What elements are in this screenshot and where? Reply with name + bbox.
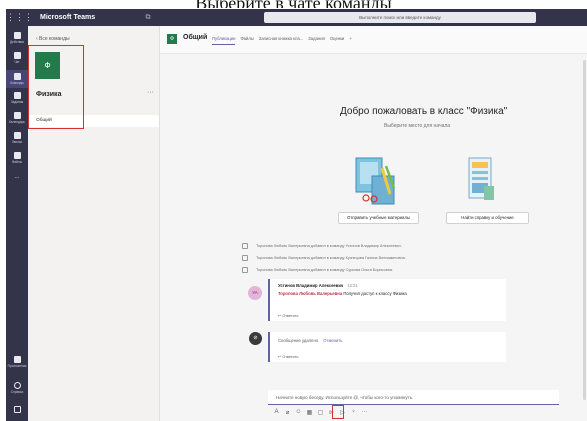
message-post: Устинов Владимир Алексеевич 12:21 Торопов…: [268, 279, 506, 321]
post-body: Сообщение удалено. Отменить: [278, 338, 343, 343]
find-help-button[interactable]: Найти справку и обучение: [446, 212, 529, 224]
rail-item-calls[interactable]: Звонки: [6, 132, 28, 144]
app-rail: Действия Чат Команды Задания Календарь З…: [6, 26, 28, 421]
rail-item-teams[interactable]: Команды: [6, 70, 28, 88]
upload-materials-illustration: [355, 157, 396, 205]
more-icon: ...: [14, 174, 20, 180]
format-icon[interactable]: A: [273, 409, 280, 416]
member-added-icon: [242, 255, 248, 261]
help-training-illustration: [468, 157, 494, 200]
all-teams-link[interactable]: ‹ Все команды: [36, 36, 70, 42]
welcome-title: Добро пожаловать в класс "Физика": [340, 106, 508, 117]
scrollbar[interactable]: [583, 60, 586, 400]
bell-icon: [13, 32, 21, 39]
main-area: Ф Общий Публикации Файлы Записная книжка…: [160, 26, 587, 421]
chat-icon: [13, 52, 21, 59]
app-name: Microsoft Teams: [40, 14, 96, 21]
rail-item-help[interactable]: Справка: [6, 382, 28, 394]
gif-icon[interactable]: ▦: [306, 409, 313, 416]
rail-item-label: Задания: [10, 100, 24, 104]
rail-item-label: Приложения: [7, 364, 27, 368]
rail-item-activity[interactable]: Действия: [6, 32, 28, 44]
assignments-icon: [13, 92, 21, 99]
avatar[interactable]: УА: [248, 286, 262, 300]
compose-box[interactable]: Начните новую беседу. Используйте @, что…: [268, 390, 559, 405]
highlight-box: [332, 405, 344, 419]
message-post: Сообщение удалено. Отменить ↩ Ответить: [268, 332, 506, 362]
sticker-icon[interactable]: ▢: [317, 409, 324, 416]
rail-item-apps[interactable]: Приложения: [6, 356, 28, 368]
system-message: Торопова Любовь Валерьевна добавил в ком…: [242, 267, 393, 273]
undo-link[interactable]: Отменить: [323, 338, 342, 343]
search-input[interactable]: Выполните поиск или введите команду: [264, 12, 536, 23]
screen: Выберите в чате команды ⋮⋮⋮ Microsoft Te…: [0, 0, 587, 421]
system-message: Торопова Любовь Валерьевна добавил в ком…: [242, 243, 402, 249]
member-added-icon: [242, 243, 248, 249]
upload-materials-button[interactable]: Отправить учебные материалы: [338, 212, 419, 224]
phone-icon: [13, 132, 21, 139]
calendar-icon: [13, 112, 21, 119]
system-message: Торопова Любовь Валерьевна добавил в ком…: [242, 255, 406, 261]
rail-item-assignments[interactable]: Задания: [6, 92, 28, 104]
attach-icon[interactable]: ⌀: [284, 409, 291, 416]
channel-tabs: Публикации Файлы Записная книжка кла... …: [212, 36, 352, 45]
rail-item-chat[interactable]: Чат: [6, 52, 28, 64]
post-time: 12:21: [347, 283, 358, 288]
praise-icon[interactable]: ♀: [350, 409, 357, 416]
rail-item-calendar[interactable]: Календарь: [6, 112, 28, 124]
rail-item-label: Календарь: [8, 120, 26, 124]
compose-toolbar: A ⌀ ☺ ▦ ▢ ⊳ ▷ ♀ ···: [273, 409, 368, 416]
help-icon: [13, 382, 21, 389]
add-tab-icon[interactable]: +: [349, 36, 351, 45]
rail-item-label: Справка: [10, 390, 24, 394]
reply-link[interactable]: ↩ Ответить: [278, 313, 298, 318]
team-more-icon[interactable]: ···: [147, 89, 154, 96]
welcome-subtitle: Выберите место для начала: [384, 123, 451, 129]
channel-header: Ф Общий Публикации Файлы Записная книжка…: [160, 26, 587, 54]
tab-assignments[interactable]: Задания: [308, 36, 325, 45]
mention[interactable]: Торопова Любовь Валерьевна: [278, 291, 342, 296]
reply-link[interactable]: ↩ Ответить: [278, 354, 298, 359]
rail-item-label: Звонки: [11, 140, 23, 144]
rail-item-files[interactable]: Файлы: [6, 152, 28, 164]
deleted-avatar: ⊘: [249, 332, 262, 345]
download-icon: [13, 406, 21, 413]
channel-avatar: Ф: [167, 34, 177, 44]
member-added-icon: [242, 267, 248, 273]
rail-item-label: Чат: [14, 60, 20, 64]
post-author: Устинов Владимир Алексеевич 12:21: [278, 283, 358, 288]
pop-out-icon[interactable]: ⧉: [128, 14, 168, 22]
apps-icon: [13, 356, 21, 363]
caption-text: Выберите в чате команды: [0, 0, 587, 8]
rail-item-label: Действия: [10, 40, 24, 44]
channel-title: Общий: [183, 34, 208, 41]
tab-grades[interactable]: Оценки: [330, 36, 344, 45]
files-icon: [13, 152, 21, 159]
emoji-icon[interactable]: ☺: [295, 409, 302, 416]
tab-posts[interactable]: Публикации: [212, 36, 236, 45]
more-icon[interactable]: ···: [361, 409, 368, 416]
team-panel: ‹ Все команды Ф Физика ··· Общий: [28, 26, 160, 421]
post-body: Торопова Любовь Валерьевна Получил досту…: [278, 291, 407, 296]
rail-item-label: Файлы: [11, 160, 23, 164]
highlight-box: [28, 45, 84, 129]
teams-icon: [13, 73, 21, 80]
rail-item-label: Команды: [10, 81, 24, 85]
rail-item-download[interactable]: [6, 406, 28, 413]
tab-notebook[interactable]: Записная книжка кла...: [259, 36, 303, 45]
title-bar: ⋮⋮⋮ Microsoft Teams ⧉ Выполните поиск ил…: [6, 9, 587, 26]
rail-item-more[interactable]: ...: [6, 174, 28, 180]
tab-files[interactable]: Файлы: [240, 36, 253, 45]
app-launcher-icon[interactable]: ⋮⋮⋮: [6, 12, 33, 23]
